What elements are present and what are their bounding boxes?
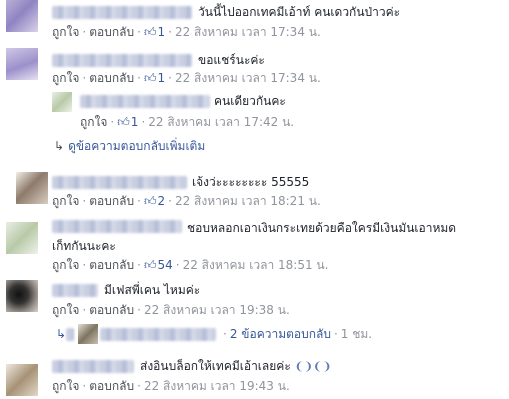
thumbs-up-icon[interactable]: 👍︎ bbox=[117, 114, 130, 130]
comment-meta: ถูกใจ · ตอบกลับ · 22 สิงหาคม เวลา 19:43 น. bbox=[52, 379, 290, 393]
like-count[interactable]: 54 bbox=[157, 258, 172, 272]
comment-meta: ถูกใจ · ตอบกลับ · 👍︎54 · 22 สิงหาคม เวลา 18:51… bbox=[52, 257, 329, 273]
like-link[interactable]: ถูกใจ bbox=[52, 25, 79, 39]
comment-3: เจ้งว่ะะะะะะะะ 55555 ถูกใจ · ตอบกลับ · 👍︎2 · 2… bbox=[0, 172, 509, 212]
thumbs-up-icon[interactable]: 👍︎ bbox=[144, 257, 157, 273]
comment-4: ชอบหลอกเอาเงินกระเทยด้วยคือใครมีเงินมันเ… bbox=[0, 216, 509, 276]
avatar[interactable] bbox=[16, 172, 48, 204]
timestamp[interactable]: 22 สิงหาคม เวลา 19:38 น. bbox=[144, 303, 290, 317]
replier-name-blurred[interactable] bbox=[66, 328, 74, 341]
like-count[interactable]: 1 bbox=[157, 25, 165, 39]
avatar[interactable] bbox=[52, 92, 72, 112]
view-more-replies-link[interactable]: ↳ ดูข้อความตอบกลับเพิ่มเติม bbox=[54, 138, 205, 154]
timestamp[interactable]: 22 สิงหาคม เวลา 17:34 น. bbox=[175, 25, 321, 39]
timestamp[interactable]: 22 สิงหาคม เวลา 17:42 น. bbox=[148, 115, 294, 129]
comment-meta: ถูกใจ · ตอบกลับ · 👍︎2 · 22 สิงหาคม เวลา 18:21 … bbox=[52, 193, 321, 209]
like-link[interactable]: ถูกใจ bbox=[52, 194, 79, 208]
comment-text: คนเดียวกันคะ bbox=[214, 94, 286, 108]
avatar[interactable] bbox=[78, 324, 98, 344]
comment-text: มีเฟสพี่เคน ไหมค่ะ bbox=[104, 283, 201, 297]
like-count[interactable]: 2 bbox=[157, 194, 165, 208]
reply-link[interactable]: ตอบกลับ bbox=[89, 258, 134, 272]
comment-text-content: ส่งอินบล็อกให้เทคมีเอ้าเลยค่ะ bbox=[140, 359, 291, 373]
like-count[interactable]: 1 bbox=[157, 71, 165, 85]
avatar[interactable] bbox=[6, 364, 38, 396]
reply-link[interactable]: ตอบกลับ bbox=[89, 194, 134, 208]
reply-arrow-icon: ↳ bbox=[54, 139, 65, 153]
comment-meta: ถูกใจ · ตอบกลับ · 22 สิงหาคม เวลา 19:38 น. bbox=[52, 303, 290, 317]
view-more-replies-label: ดูข้อความตอบกลับเพิ่มเติม bbox=[68, 139, 206, 153]
comment-reply-1: คนเดียวกันคะ ถูกใจ · 👍︎1 · 22 สิงหาคม เวลา 1… bbox=[0, 92, 509, 132]
like-link[interactable]: ถูกใจ bbox=[52, 303, 79, 317]
emoji-icon: ❨❩❨❩ bbox=[294, 360, 332, 373]
comment-1: วันนี้ไปออกเทคมีเอ้าท์ คนเดวกันป่าวค่ะ ถ… bbox=[0, 0, 509, 44]
thumbs-up-icon[interactable]: 👍︎ bbox=[144, 70, 157, 86]
reply-arrow-icon: ↳ bbox=[56, 327, 67, 341]
comment-2: ขอแชร์นะค่ะ ถูกใจ · ตอบกลับ · 👍︎1 · 22 สิงหาคม… bbox=[0, 48, 509, 88]
reply-link[interactable]: ตอบกลับ bbox=[89, 379, 134, 393]
comment-text: ส่งอินบล็อกให้เทคมีเอ้าเลยค่ะ ❨❩❨❩ bbox=[140, 358, 331, 375]
avatar[interactable] bbox=[6, 280, 38, 312]
reply-summary: · 2 ข้อความตอบกลับ · 1 ชม. bbox=[223, 327, 373, 341]
comment-meta: ถูกใจ · 👍︎1 · 22 สิงหาคม เวลา 17:42 น. bbox=[80, 114, 295, 130]
reply-count-link[interactable]: 2 ข้อความตอบกลับ bbox=[230, 327, 331, 341]
avatar[interactable] bbox=[6, 222, 38, 254]
comment-meta: ถูกใจ · ตอบกลับ · 👍︎1 · 22 สิงหาคม เวลา 17:34 … bbox=[52, 70, 321, 86]
comment-text: ขอแชร์นะค่ะ bbox=[198, 53, 265, 67]
replier-name-blurred[interactable] bbox=[100, 328, 216, 341]
comment-text: วันนี้ไปออกเทคมีเอ้าท์ คนเดวกันป่าวค่ะ bbox=[198, 5, 401, 19]
commenter-name-blurred[interactable] bbox=[52, 284, 98, 297]
like-count[interactable]: 1 bbox=[131, 115, 139, 129]
commenter-name-blurred[interactable] bbox=[52, 176, 187, 189]
timestamp[interactable]: 22 สิงหาคม เวลา 18:21 น. bbox=[175, 194, 321, 208]
commenter-name-blurred[interactable] bbox=[52, 360, 134, 373]
comment-meta: ถูกใจ · ตอบกลับ · 👍︎1 · 22 สิงหาคม เวลา 17:34 … bbox=[52, 24, 321, 40]
reply-link[interactable]: ตอบกลับ bbox=[89, 303, 134, 317]
avatar[interactable] bbox=[6, 0, 38, 32]
commenter-name-blurred[interactable] bbox=[52, 54, 192, 67]
comment-5: มีเฟสพี่เคน ไหมค่ะ ถูกใจ · ตอบกลับ · 22 สิงห… bbox=[0, 280, 509, 320]
like-link[interactable]: ถูกใจ bbox=[52, 379, 79, 393]
commenter-name-blurred[interactable] bbox=[52, 220, 182, 233]
comment-6: ส่งอินบล็อกให้เทคมีเอ้าเลยค่ะ ❨❩❨❩ ถูกใจ… bbox=[0, 356, 509, 399]
like-link[interactable]: ถูกใจ bbox=[52, 258, 79, 272]
thumbs-up-icon[interactable]: 👍︎ bbox=[144, 24, 157, 40]
like-link[interactable]: ถูกใจ bbox=[52, 71, 79, 85]
commenter-name-blurred[interactable] bbox=[52, 6, 192, 19]
timestamp[interactable]: 22 สิงหาคม เวลา 19:43 น. bbox=[144, 379, 290, 393]
comment-text-line-2: เก็ทกันนะคะ bbox=[52, 239, 116, 253]
timestamp[interactable]: 22 สิงหาคม เวลา 17:34 น. bbox=[175, 71, 321, 85]
reply-summary-row[interactable]: ↳ · 2 ข้อความตอบกลับ · 1 ชม. bbox=[0, 322, 509, 346]
reply-link[interactable]: ตอบกลับ bbox=[89, 71, 134, 85]
like-link[interactable]: ถูกใจ bbox=[80, 115, 107, 129]
timestamp[interactable]: 22 สิงหาคม เวลา 18:51 น. bbox=[183, 258, 329, 272]
reply-link[interactable]: ตอบกลับ bbox=[89, 25, 134, 39]
comment-text-line-1: ชอบหลอกเอาเงินกระเทยด้วยคือใครมีเงินมันเ… bbox=[187, 221, 457, 235]
thumbs-up-icon[interactable]: 👍︎ bbox=[144, 193, 157, 209]
reply-age: 1 ชม. bbox=[340, 327, 373, 341]
commenter-name-blurred[interactable] bbox=[80, 95, 210, 108]
comment-text: เจ้งว่ะะะะะะะะ 55555 bbox=[192, 175, 310, 189]
avatar[interactable] bbox=[6, 48, 38, 80]
